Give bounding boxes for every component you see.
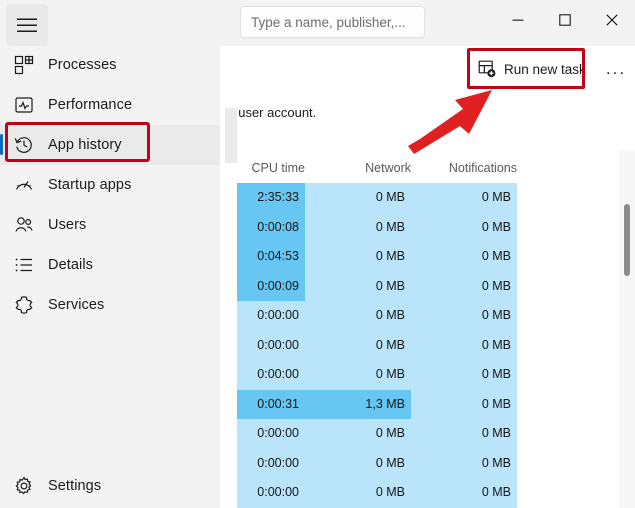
table-row[interactable]: 0:00:09 0 MB 0 MB bbox=[237, 271, 517, 301]
cell-notifications: 0 MB bbox=[481, 367, 511, 381]
close-icon bbox=[606, 14, 618, 26]
cell-network: 0 MB bbox=[375, 190, 405, 204]
cell-cpu-time: 0:00:08 bbox=[237, 212, 305, 242]
sidebar-item-settings[interactable]: Settings bbox=[0, 466, 220, 506]
sidebar-item-label: App history bbox=[48, 137, 122, 153]
cell-network: 0 MB bbox=[375, 219, 405, 234]
cell-notifications: 0 MB bbox=[481, 278, 511, 293]
cell-network: 0 MB bbox=[375, 278, 405, 293]
table-body: 2:35:33 0 MB 0 MB 0:00:08 0 MB 0 MB 0:04:53 0 M… bbox=[237, 183, 517, 508]
cell-cpu-time: 0:00:09 bbox=[237, 271, 305, 301]
selection-indicator bbox=[0, 134, 3, 155]
cell-notifications: 0 MB bbox=[481, 426, 511, 440]
cell-notifications: 0 MB bbox=[481, 337, 511, 352]
cell-cpu-time: 0:00:00 bbox=[257, 367, 299, 381]
more-options-button[interactable]: ... bbox=[602, 56, 630, 82]
run-new-task-icon bbox=[478, 60, 496, 78]
services-icon bbox=[13, 294, 35, 316]
sidebar-item-processes[interactable]: Processes bbox=[0, 45, 220, 85]
cell-cpu-time: 0:00:31 bbox=[237, 389, 305, 419]
cell-network: 0 MB bbox=[375, 426, 405, 440]
table-row[interactable]: 2:35:33 0 MB 0 MB bbox=[237, 183, 517, 213]
table-row[interactable]: 0:00:00 0 MB 0 MB bbox=[237, 478, 517, 508]
sidebar-item-startup-apps[interactable]: Startup apps bbox=[0, 165, 220, 205]
cell-cpu-time: 0:00:00 bbox=[257, 426, 299, 440]
cell-cpu-time: 0:00:00 bbox=[257, 455, 299, 470]
title-bar bbox=[220, 0, 635, 46]
run-new-task-button[interactable]: Run new task bbox=[470, 53, 594, 85]
minimize-button[interactable] bbox=[495, 0, 541, 40]
sidebar-item-label: Startup apps bbox=[48, 177, 132, 193]
sidebar-item-label: Performance bbox=[48, 97, 133, 113]
cell-network: 0 MB bbox=[375, 249, 405, 263]
cell-cpu-time: 0:04:53 bbox=[237, 242, 305, 272]
cell-network: 0 MB bbox=[375, 337, 405, 352]
sidebar-item-performance[interactable]: Performance bbox=[0, 85, 220, 125]
table-row[interactable]: 0:00:31 1,3 MB 0 MB bbox=[237, 389, 517, 419]
run-new-task-label: Run new task bbox=[504, 61, 586, 77]
app-history-table: CPU time Network Notifications 2:35:33 0 … bbox=[237, 155, 517, 508]
sidebar-item-label: Details bbox=[48, 257, 94, 273]
sidebar-item-users[interactable]: Users bbox=[0, 205, 220, 245]
scrollbar-thumb[interactable] bbox=[624, 204, 630, 276]
column-header-network[interactable]: Network bbox=[305, 161, 411, 175]
search-box[interactable] bbox=[240, 6, 425, 38]
table-header-row: CPU time Network Notifications bbox=[237, 155, 517, 183]
column-header-notifications[interactable]: Notifications bbox=[411, 161, 517, 175]
cell-notifications: 0 MB bbox=[481, 308, 511, 322]
sidebar-item-app-history[interactable]: App history bbox=[0, 125, 220, 165]
sidebar: Processes Performance App history Startu… bbox=[0, 0, 220, 508]
cell-cpu-time: 2:35:33 bbox=[237, 183, 305, 213]
cell-network: 0 MB bbox=[375, 485, 405, 499]
content-subtitle: t user account. bbox=[237, 105, 317, 120]
cell-cpu-time: 0:00:00 bbox=[257, 485, 299, 499]
cell-notifications: 0 MB bbox=[481, 485, 511, 499]
app-history-icon bbox=[13, 134, 35, 156]
sidebar-item-label: Settings bbox=[48, 478, 102, 494]
table-row[interactable]: 0:00:00 0 MB 0 MB bbox=[237, 301, 517, 331]
table-row[interactable]: 0:00:00 0 MB 0 MB bbox=[237, 448, 517, 478]
processes-icon bbox=[13, 54, 35, 76]
sidebar-item-label: Processes bbox=[48, 57, 117, 73]
close-button[interactable] bbox=[589, 0, 635, 40]
cell-network: 1,3 MB bbox=[305, 389, 411, 419]
hamburger-icon bbox=[17, 18, 37, 32]
hamburger-menu-button[interactable] bbox=[6, 4, 48, 46]
gear-icon bbox=[13, 475, 35, 497]
cell-notifications: 0 MB bbox=[481, 219, 511, 234]
minimize-icon bbox=[512, 19, 524, 21]
search-input[interactable] bbox=[241, 14, 424, 30]
cell-network: 0 MB bbox=[375, 308, 405, 322]
users-icon bbox=[13, 214, 35, 236]
sidebar-item-label: Services bbox=[48, 297, 105, 313]
cell-cpu-time: 0:00:00 bbox=[257, 337, 299, 352]
cell-notifications: 0 MB bbox=[481, 190, 511, 204]
task-manager-window: Processes Performance App history Startu… bbox=[0, 0, 635, 508]
maximize-button[interactable] bbox=[542, 0, 588, 40]
table-row[interactable]: 0:00:00 0 MB 0 MB bbox=[237, 360, 517, 390]
table-row[interactable]: 0:00:08 0 MB 0 MB bbox=[237, 212, 517, 242]
startup-apps-icon bbox=[13, 174, 35, 196]
table-row[interactable]: 0:00:00 0 MB 0 MB bbox=[237, 330, 517, 360]
sidebar-item-services[interactable]: Services bbox=[0, 285, 220, 325]
cell-notifications: 0 MB bbox=[481, 455, 511, 470]
column-header-cpu-time[interactable]: CPU time bbox=[237, 161, 305, 175]
performance-icon bbox=[13, 94, 35, 116]
vertical-scrollbar[interactable] bbox=[619, 150, 635, 508]
sidebar-item-details[interactable]: Details bbox=[0, 245, 220, 285]
maximize-icon bbox=[559, 14, 571, 26]
table-row[interactable]: 0:04:53 0 MB 0 MB bbox=[237, 242, 517, 272]
table-row[interactable]: 0:00:00 0 MB 0 MB bbox=[237, 419, 517, 449]
cell-notifications: 0 MB bbox=[481, 396, 511, 411]
cell-network: 0 MB bbox=[375, 367, 405, 381]
cell-notifications: 0 MB bbox=[481, 249, 511, 263]
cell-network: 0 MB bbox=[375, 455, 405, 470]
cell-cpu-time: 0:00:00 bbox=[257, 308, 299, 322]
sidebar-item-label: Users bbox=[48, 217, 87, 233]
command-bar: Run new task ... bbox=[237, 46, 635, 92]
details-icon bbox=[13, 254, 35, 276]
